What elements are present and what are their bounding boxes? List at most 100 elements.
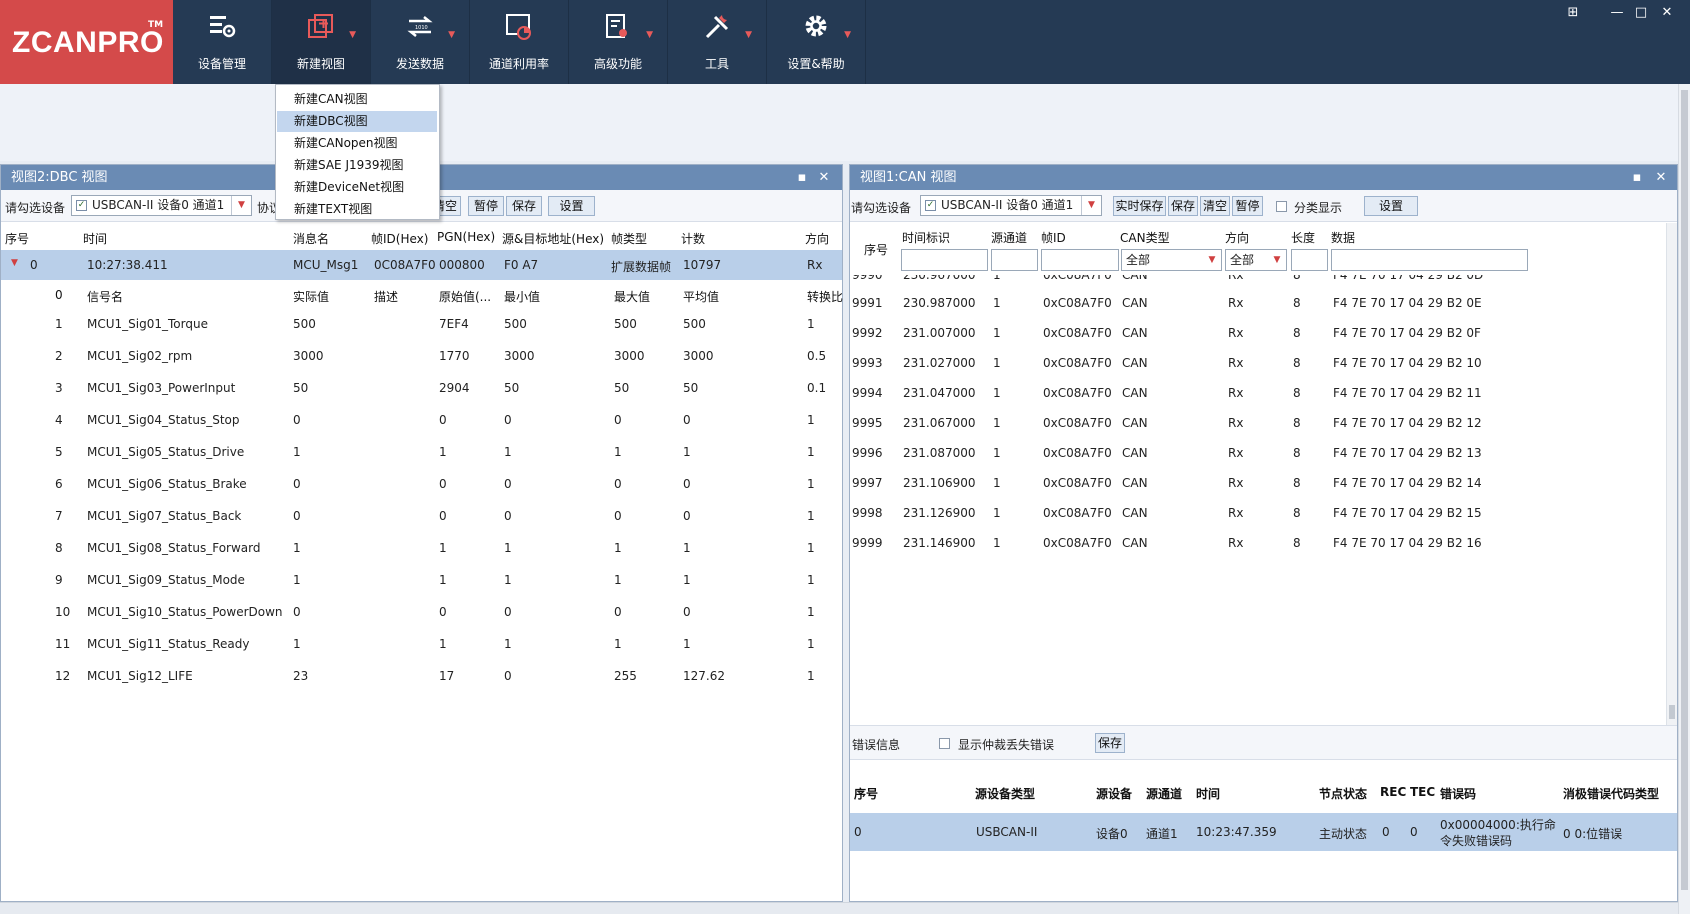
menu-item[interactable]: 新建SAE J1939视图 (277, 155, 437, 176)
ribbon-channel-usage[interactable]: 通道利用率 (470, 0, 569, 84)
signal-row[interactable]: 4 MCU1_Sig04_Status_Stop 0 0 0 0 0 1 (1, 407, 842, 435)
col-header[interactable]: 消息名 (293, 230, 329, 247)
can-list-scrollbar[interactable] (1666, 223, 1677, 725)
data-filter-input[interactable] (1331, 249, 1528, 271)
ribbon-advanced[interactable]: ▼ 高级功能 (569, 0, 668, 84)
col-header[interactable]: PGN(Hex) (437, 230, 495, 244)
device-select[interactable]: ✓ USBCAN-II 设备0 通道1 ▼ (920, 195, 1102, 216)
frame-row[interactable]: 9999 231.146900 1 0xC08A7F0 CAN Rx 8 F4 7E 70 1… (850, 530, 1666, 558)
checkbox-icon[interactable]: ✓ (925, 200, 936, 211)
panel-title-bar: 视图1:CAN 视图 ▪ ✕ (850, 165, 1677, 190)
frame-row[interactable]: 9998 231.126900 1 0xC08A7F0 CAN Rx 8 F4 7E 70 1… (850, 500, 1666, 528)
signal-row[interactable]: 7 MCU1_Sig07_Status_Back 0 0 0 0 0 1 (1, 503, 842, 531)
ribbon-tools[interactable]: ▼ 工具 (668, 0, 767, 84)
device-select[interactable]: ✓ USBCAN-II 设备0 通道1 ▼ (71, 195, 252, 216)
error-row[interactable]: 0 USBCAN-II 设备0 通道1 10:23:47.359 主动状态 0 … (850, 813, 1677, 851)
signal-row[interactable]: 2 MCU1_Sig02_rpm 3000 1770 3000 3000 3000 0.5 (1, 343, 842, 371)
classify-checkbox[interactable] (1276, 201, 1287, 212)
col-header[interactable]: CAN类型 (1120, 229, 1170, 246)
col-header[interactable]: 帧类型 (611, 230, 647, 247)
menu-item[interactable]: 新建DBC视图 (277, 111, 437, 132)
col-header[interactable]: 数据 (1331, 229, 1355, 246)
menu-item[interactable]: 新建TEXT视图 (277, 199, 437, 220)
save-button[interactable]: 保存 (506, 196, 542, 216)
chevron-down-icon[interactable]: ▼ (231, 196, 251, 215)
main-scrollbar[interactable] (1678, 84, 1690, 914)
frame-id-filter-input[interactable] (1041, 249, 1119, 271)
length-filter-input[interactable] (1291, 249, 1328, 271)
minimize-icon[interactable]: — (1609, 5, 1625, 21)
signal-row[interactable]: 5 MCU1_Sig05_Status_Drive 1 1 1 1 1 1 (1, 439, 842, 467)
pause-button[interactable]: 暂停 (1232, 196, 1263, 216)
error-save-button[interactable]: 保存 (1095, 733, 1125, 753)
menu-item[interactable]: 新建CAN视图 (277, 89, 437, 110)
show-lost-checkbox[interactable] (939, 738, 950, 749)
checkbox-icon[interactable]: ✓ (76, 200, 87, 211)
signal-row[interactable]: 12 MCU1_Sig12_LIFE 23 17 0 255 127.62 1 (1, 663, 842, 691)
ribbon-new-view[interactable]: ▼ 新建视图 (272, 0, 371, 84)
signal-row[interactable]: 9 MCU1_Sig09_Status_Mode 1 1 1 1 1 1 (1, 567, 842, 595)
menu-item[interactable]: 新建CANopen视图 (277, 133, 437, 154)
col-header[interactable]: 时间 (83, 230, 107, 247)
chevron-down-icon[interactable]: ▼ (1268, 250, 1286, 270)
col-header[interactable]: 长度 (1291, 229, 1315, 246)
col-header[interactable]: 帧ID(Hex) (371, 230, 428, 247)
frame-row[interactable]: 9996 231.087000 1 0xC08A7F0 CAN Rx 8 F4 7E 70 1… (850, 440, 1666, 468)
restore-icon[interactable]: ▪ (794, 165, 810, 190)
ribbon-send-data[interactable]: 1010 ▼ 发送数据 (371, 0, 470, 84)
settings-button[interactable]: 设置 (548, 196, 595, 216)
col-header[interactable]: 源&目标地址(Hex) (502, 230, 604, 247)
pause-button[interactable]: 暂停 (468, 196, 504, 216)
close-icon[interactable]: ✕ (1653, 165, 1669, 190)
signal-row[interactable]: 8 MCU1_Sig08_Status_Forward 1 1 1 1 1 1 (1, 535, 842, 563)
chevron-down-icon[interactable]: ▼ (1081, 196, 1101, 215)
col-header[interactable]: 方向 (805, 230, 829, 247)
settings-button[interactable]: 设置 (1364, 196, 1418, 216)
frame-id: 0xC08A7F0 (1043, 476, 1112, 490)
ribbon-settings-help[interactable]: ▼ 设置&帮助 (767, 0, 866, 84)
restore-icon[interactable]: ▪ (1629, 165, 1645, 190)
signal-row[interactable]: 1 MCU1_Sig01_Torque 500 7EF4 500 500 500 1 (1, 311, 842, 339)
frame-row[interactable]: 9997 231.106900 1 0xC08A7F0 CAN Rx 8 F4 7E 70 1… (850, 470, 1666, 498)
col-header[interactable]: 时间标识 (902, 229, 950, 246)
col-header[interactable]: 计数 (681, 230, 705, 247)
message-row[interactable]: ▼ 0 10:27:38.411 MCU_Msg1 0C08A7F0 00080… (1, 250, 842, 280)
frame-len: 8 (1293, 296, 1301, 310)
frame-row[interactable]: 9993 231.027000 1 0xC08A7F0 CAN Rx 8 F4 7E 70 1… (850, 350, 1666, 378)
expand-arrow-icon[interactable]: ▼ (11, 258, 18, 268)
realtime-save-button[interactable]: 实时保存 (1113, 196, 1166, 216)
col-header[interactable]: 序号 (864, 241, 888, 258)
maximize-icon[interactable]: □ (1633, 5, 1649, 21)
frame-row[interactable]: 9994 231.047000 1 0xC08A7F0 CAN Rx 8 F4 7E 70 1… (850, 380, 1666, 408)
signal-row[interactable]: 11 MCU1_Sig11_Status_Ready 1 1 1 1 1 1 (1, 631, 842, 659)
menu-item[interactable]: 新建DeviceNet视图 (277, 177, 437, 198)
signal-min: 0 (504, 605, 512, 619)
col-header[interactable]: 序号 (5, 230, 29, 247)
ribbon-device-manage[interactable]: 设备管理 (173, 0, 272, 84)
col-header[interactable]: 源通道 (991, 229, 1027, 246)
signal-row[interactable]: 10 MCU1_Sig10_Status_PowerDown 0 0 0 0 0 1 (1, 599, 842, 627)
frame-row[interactable]: 9995 231.067000 1 0xC08A7F0 CAN Rx 8 F4 7E 70 1… (850, 410, 1666, 438)
error-device-type: USBCAN-II (976, 825, 1038, 839)
horizontal-scrollbar[interactable] (0, 902, 1678, 914)
chevron-down-icon[interactable]: ▼ (1203, 250, 1221, 270)
save-button[interactable]: 保存 (1168, 196, 1198, 216)
layout-icon[interactable]: ⊞ (1565, 5, 1581, 21)
direction-filter[interactable]: 全部 ▼ (1225, 249, 1287, 271)
frame-row[interactable]: 9992 231.007000 1 0xC08A7F0 CAN Rx 8 F4 7E 70 1… (850, 320, 1666, 348)
col-header[interactable]: 方向 (1225, 229, 1249, 246)
scrollbar-thumb[interactable] (1681, 90, 1688, 890)
scrollbar-thumb[interactable] (1669, 705, 1675, 719)
clear-button[interactable]: 清空 (1200, 196, 1230, 216)
close-icon[interactable]: ✕ (816, 165, 832, 190)
time-filter-input[interactable] (901, 249, 988, 271)
close-icon[interactable]: ✕ (1659, 5, 1675, 21)
can-type-filter[interactable]: 全部 ▼ (1121, 249, 1222, 271)
frame-row[interactable]: 9991 230.987000 1 0xC08A7F0 CAN Rx 8 F4 7E 70 1… (850, 290, 1666, 318)
channel-filter-input[interactable] (991, 249, 1038, 271)
signal-row[interactable]: 3 MCU1_Sig03_PowerInput 50 2904 50 50 50 0.1 (1, 375, 842, 403)
col-header[interactable]: 帧ID (1041, 229, 1066, 246)
send-data-icon: 1010 (407, 16, 433, 37)
frame-row[interactable]: 9990 230.967000 1 0xC08A7F0 CAN Rx 8 F4 7E 70 1… (850, 275, 1666, 290)
signal-row[interactable]: 6 MCU1_Sig06_Status_Brake 0 0 0 0 0 1 (1, 471, 842, 499)
